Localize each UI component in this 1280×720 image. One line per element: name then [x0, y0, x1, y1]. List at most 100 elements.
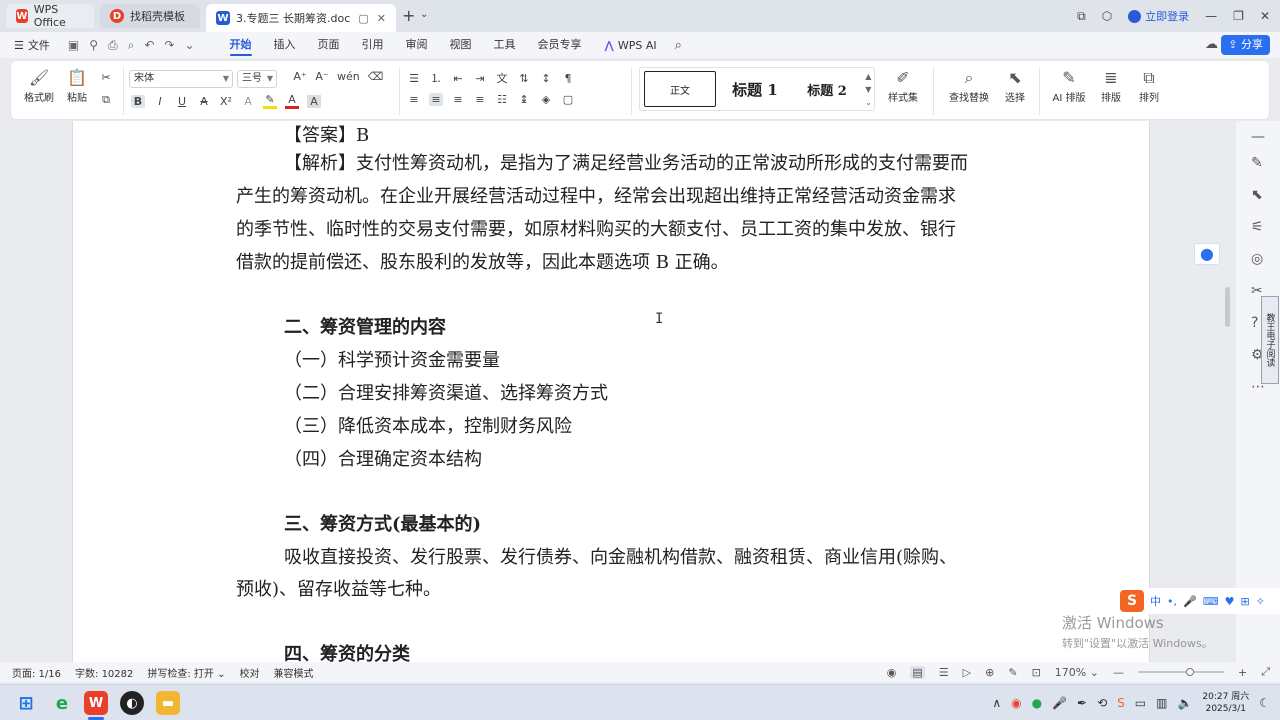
paragraph-line[interactable]: 【解析】支付性筹资动机，是指为了满足经营业务活动的正常波动所形成的支付需要而: [284, 149, 968, 175]
tab-references[interactable]: 引用: [351, 32, 395, 58]
tab-tools[interactable]: 工具: [483, 32, 527, 58]
font-color-icon[interactable]: A: [285, 93, 299, 109]
format-painter-button[interactable]: 🖌 格式刷: [19, 67, 59, 104]
minimize-icon[interactable]: —: [1205, 9, 1217, 23]
ai-layout-button[interactable]: ✎ AI 排版: [1047, 67, 1091, 104]
zoom-level[interactable]: 170% ⌄: [1055, 666, 1099, 679]
feather-icon[interactable]: ✒: [1077, 696, 1087, 710]
style-heading-2[interactable]: 标题 2: [794, 71, 860, 107]
shading-icon[interactable]: ◈: [539, 93, 553, 106]
file-menu[interactable]: ☰ 文件: [14, 37, 50, 53]
line-spacing-icon[interactable]: ↨: [517, 93, 531, 106]
align-left-icon[interactable]: ≡: [407, 93, 421, 106]
section-heading[interactable]: 二、筹资管理的内容: [284, 313, 446, 339]
clock[interactable]: 20:27 周六 2025/3/1: [1202, 691, 1249, 715]
network-icon[interactable]: ▥: [1156, 696, 1167, 710]
page-view-icon[interactable]: ▤: [910, 665, 925, 679]
section-heading[interactable]: 三、筹资方式(最基本的): [284, 510, 481, 536]
new-tab-icon[interactable]: +: [402, 6, 415, 25]
adjust-icon[interactable]: ⚟: [1251, 219, 1264, 235]
ime-punctuation-icon[interactable]: •,: [1167, 595, 1177, 608]
help-icon[interactable]: ?: [1251, 315, 1258, 331]
microphone-icon[interactable]: 🎤: [1052, 696, 1067, 710]
vertical-scrollbar[interactable]: [1225, 287, 1230, 327]
sync-icon[interactable]: ⟲: [1097, 696, 1107, 710]
restore-window-icon[interactable]: ❐: [1233, 9, 1244, 23]
ime-vertical-toolbar[interactable]: 教王电子阅读: [1261, 296, 1279, 384]
show-marks-icon[interactable]: ¶: [561, 72, 575, 85]
highlight-icon[interactable]: ✎: [263, 93, 277, 109]
sogou-ime-icon[interactable]: S: [1120, 590, 1144, 612]
save-icon[interactable]: ▣: [68, 38, 79, 53]
distributed-icon[interactable]: ☷: [495, 93, 509, 106]
tab-document[interactable]: W 3.专题三 长期筹资.doc ▢ ✕: [206, 4, 396, 32]
document-page[interactable]: 【答案】B 【解析】支付性筹资动机，是指为了满足经营业务活动的正常波动所形成的支付…: [72, 121, 1150, 665]
play-icon[interactable]: ▷: [963, 666, 971, 679]
tab-home[interactable]: 开始: [219, 32, 263, 58]
paragraph-line[interactable]: 借款的提前偿还、股东股利的发放等，因此本题选项 B 正确。: [236, 248, 729, 274]
shape-icon[interactable]: ◎: [1251, 251, 1263, 267]
tab-docer-templates[interactable]: D 找稻壳模板: [100, 4, 200, 28]
obs-icon[interactable]: ◐: [120, 691, 144, 715]
strikethrough-icon[interactable]: A: [197, 95, 211, 108]
pen-icon[interactable]: ✎: [1251, 155, 1263, 171]
paragraph-line[interactable]: 【答案】B: [284, 121, 369, 147]
collapse-icon[interactable]: —: [1251, 129, 1265, 145]
phonetic-icon[interactable]: wén: [337, 70, 360, 83]
proofread-button[interactable]: 校对: [240, 665, 260, 680]
justify-icon[interactable]: ≡: [473, 93, 487, 106]
chevron-down-icon[interactable]: ⌄: [420, 9, 428, 20]
share-button[interactable]: ⇪ 分享: [1221, 35, 1270, 55]
zoom-out-icon[interactable]: —: [1113, 666, 1124, 679]
close-window-icon[interactable]: ✕: [1260, 9, 1270, 23]
paragraph-line[interactable]: 产生的筹资动机。在企业开展经营活动过程中，经常会出现超出维持正常经营活动资金需求: [236, 182, 956, 208]
zoom-slider[interactable]: [1137, 668, 1224, 676]
skin-icon[interactable]: ♥: [1225, 595, 1235, 608]
italic-icon[interactable]: I: [153, 95, 167, 108]
wps-taskbar-icon[interactable]: W: [84, 691, 108, 715]
print-preview-icon[interactable]: ⌕: [128, 38, 135, 53]
eye-icon[interactable]: ◉: [887, 666, 897, 679]
login-button[interactable]: 立即登录: [1128, 8, 1189, 24]
share-link-icon[interactable]: ⚲: [89, 38, 98, 53]
font-size-select[interactable]: 三号 ▼: [237, 70, 277, 88]
char-shading-icon[interactable]: A: [307, 94, 321, 108]
bullet-list-icon[interactable]: ☰: [407, 72, 421, 85]
tab-review[interactable]: 审阅: [395, 32, 439, 58]
sogou-tray-icon[interactable]: S: [1117, 696, 1125, 710]
bold-icon[interactable]: B: [131, 94, 145, 108]
find-replace-button[interactable]: ⌕ 查找替换: [945, 67, 993, 104]
cube-icon[interactable]: ⬡: [1102, 9, 1112, 23]
zoom-slider-knob[interactable]: [1185, 668, 1194, 676]
pen-mode-icon[interactable]: ✎: [1008, 666, 1017, 679]
wechat-icon[interactable]: ●: [1032, 696, 1042, 710]
tray-app-icon[interactable]: ◉: [1011, 696, 1021, 710]
font-name-select[interactable]: 宋体 ▼: [129, 70, 233, 88]
redo-icon[interactable]: ↷: [164, 38, 174, 53]
tab-view[interactable]: 视图: [439, 32, 483, 58]
notifications-icon[interactable]: ☾: [1259, 696, 1270, 710]
ime-mode[interactable]: 中: [1150, 593, 1161, 609]
underline-icon[interactable]: U: [175, 95, 189, 108]
zoom-in-icon[interactable]: +: [1238, 666, 1247, 679]
keyboard-icon[interactable]: ⌨: [1203, 595, 1219, 608]
style-set-button[interactable]: ✐ 样式集: [883, 67, 923, 104]
tab-wps-office[interactable]: W WPS Office: [6, 3, 94, 29]
print-icon[interactable]: ⎙: [108, 38, 118, 53]
superscript-icon[interactable]: X²: [219, 95, 233, 108]
spellcheck-toggle[interactable]: 拼写检查: 打开 ⌄: [147, 665, 225, 680]
paragraph-line[interactable]: （一）科学预计资金需要量: [284, 346, 500, 372]
monitor-icon[interactable]: ▭: [1135, 696, 1146, 710]
paragraph-line[interactable]: 的季节性、临时性的交易支付需要，如原材料购买的大额支付、员工工资的集中发放、银行: [236, 215, 956, 241]
align-center-icon[interactable]: ≡: [429, 93, 443, 106]
style-heading-1[interactable]: 标题 1: [716, 71, 794, 107]
numbered-list-icon[interactable]: ⒈: [429, 70, 443, 86]
location-pin-icon[interactable]: ⬤: [1194, 243, 1220, 265]
paste-button[interactable]: 📋 粘贴: [57, 67, 97, 104]
shrink-font-icon[interactable]: A⁻: [315, 70, 329, 83]
increase-indent-icon[interactable]: ⇥: [473, 72, 487, 85]
fit-page-icon[interactable]: ⊡: [1032, 666, 1041, 679]
grid-icon[interactable]: ⊞: [1240, 595, 1249, 608]
select-button[interactable]: ⬉ 选择: [995, 67, 1035, 104]
wps-ai-button[interactable]: ⋀ WPS AI: [605, 39, 657, 52]
